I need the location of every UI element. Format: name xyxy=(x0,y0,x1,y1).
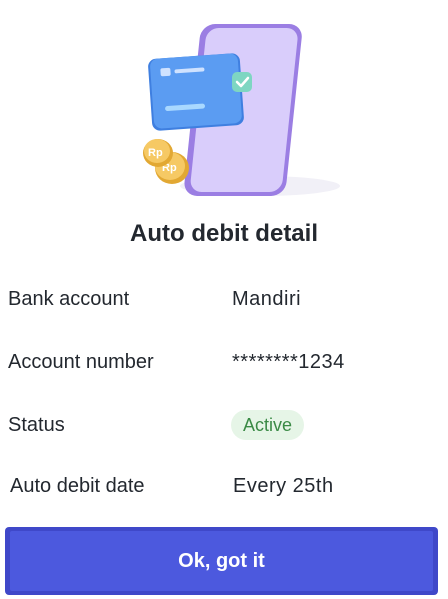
page-title: Auto debit detail xyxy=(130,220,318,247)
detail-row-status: Status Active xyxy=(0,408,448,442)
detail-row-auto-debit-date: Auto debit date Every 25th xyxy=(0,469,448,503)
card-phone-illustration: Rp Rp xyxy=(143,24,340,196)
detail-row-bank-account: Bank account Mandiri xyxy=(0,282,448,316)
checkmark-icon xyxy=(232,72,252,92)
status-badge: Active xyxy=(231,410,305,440)
ok-got-it-button[interactable]: Ok, got it xyxy=(10,531,433,591)
coin-label: Rp xyxy=(148,147,163,159)
auto-debit-illustration: Rp Rp xyxy=(140,16,360,202)
status-label: Status xyxy=(8,414,65,436)
auto-debit-date-label: Auto debit date xyxy=(10,475,145,497)
bank-account-value: Mandiri xyxy=(232,288,302,310)
confirm-button-frame: Ok, got it xyxy=(5,527,438,595)
account-number-label: Account number xyxy=(8,351,154,373)
bank-account-label: Bank account xyxy=(8,288,130,310)
credit-card-icon xyxy=(148,53,244,131)
detail-row-account-number: Account number ********1234 xyxy=(0,345,448,379)
rupiah-coin-icon: Rp Rp xyxy=(143,139,189,184)
account-number-value: ********1234 xyxy=(232,351,345,373)
auto-debit-date-value: Every 25th xyxy=(233,475,334,497)
